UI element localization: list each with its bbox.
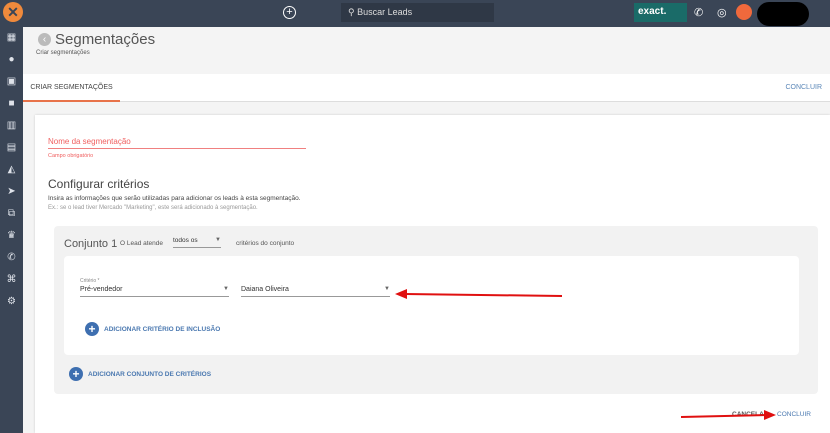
conclude-link-top[interactable]: CONCLUIR <box>785 84 822 91</box>
segment-name-input[interactable]: Nome da segmentação <box>48 137 306 149</box>
sidebar: ▦ ● ▣ ■ ▥ ▤ ◭ ➤ ⧉ ♛ ✆ ⌘ ⚙ <box>0 27 23 433</box>
add-set-label: ADICIONAR CONJUNTO DE CRITÉRIOS <box>88 370 212 378</box>
app-logo[interactable]: ✕ <box>3 2 23 22</box>
gear-icon[interactable]: ⚙ <box>0 291 23 313</box>
add-criterion-button[interactable]: + ADICIONAR CRITÉRIO DE INCLUSÃO <box>85 322 220 336</box>
cancel-button[interactable]: CANCELAR <box>732 411 768 418</box>
chart-icon[interactable]: ▤ <box>0 137 23 159</box>
tab-criar-segmentacoes[interactable]: CRIAR SEGMENTAÇÕES <box>23 74 120 102</box>
person-icon[interactable]: ● <box>0 49 23 71</box>
lead-label: O Lead atende <box>120 240 164 247</box>
dashboard-icon[interactable]: ▦ <box>0 27 23 49</box>
section-example: Ex.: se o lead tiver Mercado "Marketing"… <box>48 205 258 211</box>
briefcase-icon[interactable]: ■ <box>0 93 23 115</box>
set-title: Conjunto 1 <box>64 238 118 250</box>
chevron-down-icon: ▼ <box>215 237 221 243</box>
criterion-value: Pré-vendedor <box>80 286 123 293</box>
search-icon: ⚲ <box>348 7 358 17</box>
page-header: ‹ Segmentações Criar segmentações <box>23 27 830 74</box>
plus-icon: + <box>85 322 99 336</box>
criteria-box: Critério * Pré-vendedor ▼ Daiana Oliveira… <box>64 256 799 355</box>
add-icon[interactable]: + <box>283 6 296 19</box>
criterion-option-select[interactable]: Daiana Oliveira ▼ <box>241 286 390 297</box>
back-button[interactable]: ‹ <box>38 33 51 46</box>
top-bar: ✕ + ⚲ Buscar Leads exact. ✆ ◎ <box>0 0 830 27</box>
search-placeholder: Buscar Leads <box>357 7 413 17</box>
search-input[interactable]: ⚲ Buscar Leads <box>341 3 494 22</box>
phone-icon[interactable]: ✆ <box>0 247 23 269</box>
criteria-set: Conjunto 1 O Lead atende todos os ▼ crité… <box>54 226 818 394</box>
error-message: Campo obrigatório <box>48 153 94 159</box>
tab-bar: CRIAR SEGMENTAÇÕES CONCLUIR <box>23 74 830 102</box>
brand-logo[interactable]: exact. <box>634 3 687 22</box>
add-set-button[interactable]: + ADICIONAR CONJUNTO DE CRITÉRIOS <box>69 367 211 381</box>
criterion-label: Critério * <box>80 278 100 284</box>
chevron-down-icon: ▼ <box>384 286 390 292</box>
hierarchy-icon[interactable]: ⧉ <box>0 203 23 225</box>
building-icon[interactable]: ▥ <box>0 115 23 137</box>
section-title: Configurar critérios <box>48 177 150 191</box>
avatar[interactable] <box>757 2 809 26</box>
chevron-down-icon: ▼ <box>223 286 229 292</box>
phone-icon[interactable]: ✆ <box>694 6 703 19</box>
send-icon[interactable]: ➤ <box>0 181 23 203</box>
criterion-option-value: Daiana Oliveira <box>241 286 289 293</box>
page-title: Segmentações <box>55 31 156 48</box>
megaphone-icon[interactable]: ◭ <box>0 159 23 181</box>
match-select[interactable]: todos os ▼ <box>173 237 221 248</box>
match-suffix: critérios do conjunto <box>236 240 295 247</box>
form-card: Nome da segmentação Campo obrigatório Co… <box>35 115 830 433</box>
conclude-button[interactable]: CONCLUIR <box>777 411 811 418</box>
notification-icon[interactable] <box>736 4 752 20</box>
match-value: todos os <box>173 237 198 244</box>
whatsapp-icon[interactable]: ◎ <box>717 6 727 19</box>
trophy-icon[interactable]: ♛ <box>0 225 23 247</box>
map-icon[interactable]: ⌘ <box>0 269 23 291</box>
section-description: Insira as informações que serão utilizad… <box>48 195 301 202</box>
criterion-select[interactable]: Pré-vendedor ▼ <box>80 286 229 297</box>
breadcrumb: Criar segmentações <box>36 50 90 56</box>
contacts-icon[interactable]: ▣ <box>0 71 23 93</box>
add-criterion-label: ADICIONAR CRITÉRIO DE INCLUSÃO <box>104 325 221 333</box>
plus-icon: + <box>69 367 83 381</box>
